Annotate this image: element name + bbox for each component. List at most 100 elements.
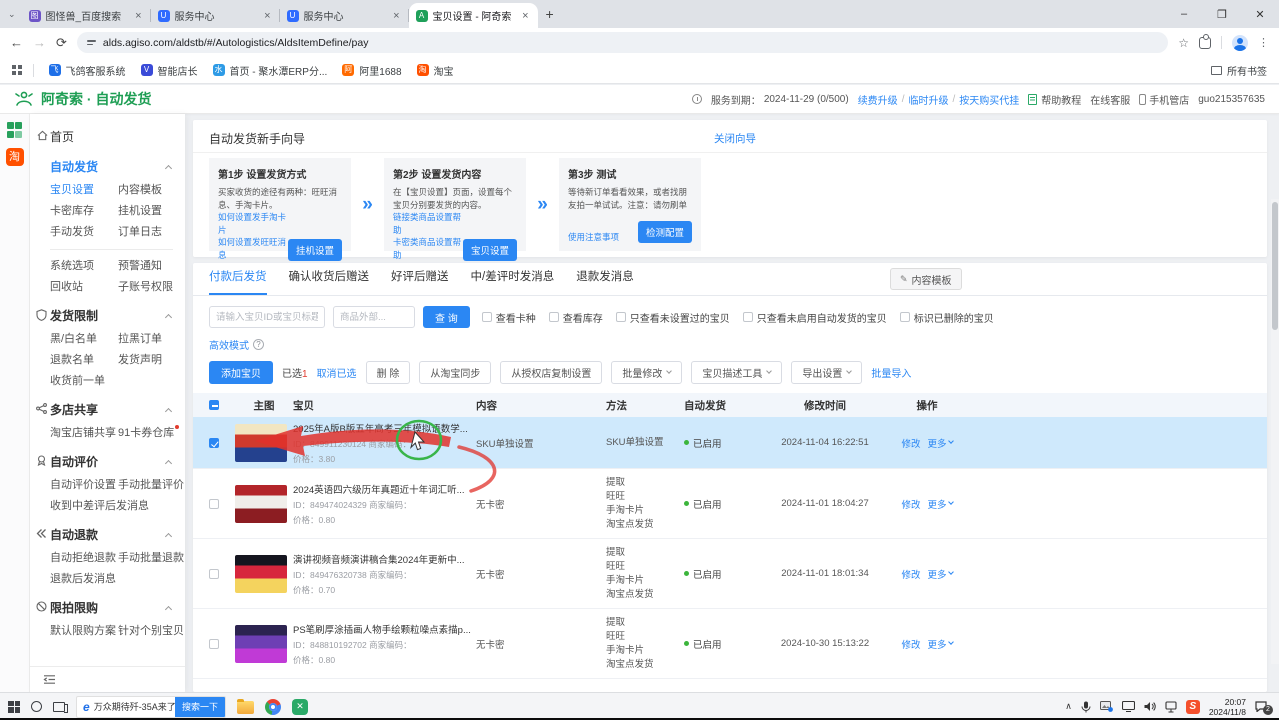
wizard-help-link[interactable]: 使用注意事项 bbox=[568, 231, 619, 244]
notification-center-icon[interactable]: 2 bbox=[1255, 701, 1267, 712]
new-tab-button[interactable]: + bbox=[546, 6, 554, 22]
start-button-icon[interactable] bbox=[8, 701, 20, 713]
tab-付款后发货[interactable]: 付款后发货 bbox=[209, 268, 267, 295]
sidebar-section-自动发货[interactable]: 自动发货 bbox=[30, 151, 185, 180]
url-bar[interactable]: alds.agiso.com/aldstb/#/Autologistics/Al… bbox=[77, 32, 1168, 53]
taskbar-search-icon[interactable] bbox=[31, 701, 42, 712]
pin-device-icon[interactable] bbox=[1165, 701, 1177, 713]
tab-退款发消息[interactable]: 退款发消息 bbox=[576, 268, 634, 295]
reload-icon[interactable]: ⟳ bbox=[56, 35, 67, 51]
sidebar-item-宝贝设置[interactable]: 宝贝设置 bbox=[50, 180, 118, 201]
sidebar-section-限拍限购[interactable]: 限拍限购 bbox=[30, 592, 185, 621]
wizard-help-link[interactable]: 如何设置发旺旺消息 bbox=[218, 236, 288, 261]
row-checkbox[interactable] bbox=[209, 499, 219, 509]
phone-shop-link[interactable]: 手机管店 bbox=[1149, 92, 1189, 107]
app-logo[interactable]: 阿奇索 · 自动发货 bbox=[14, 89, 151, 109]
apps-launcher-icon[interactable] bbox=[7, 122, 23, 138]
sidebar-section-发货限制[interactable]: 发货限制 bbox=[30, 300, 185, 329]
table-row[interactable]: 2024英语四六级历年真题近十年词汇听...ID：849474024329 商家… bbox=[193, 469, 1267, 539]
sidebar-item-内容模板[interactable]: 内容模板 bbox=[118, 180, 185, 201]
all-bookmarks[interactable]: 所有书签 bbox=[1211, 63, 1267, 78]
extensions-icon[interactable] bbox=[1199, 37, 1211, 49]
tab-search-chevron-icon[interactable]: ⌄ bbox=[8, 9, 16, 20]
bookmark-item[interactable]: 水首页 - 聚水潭ERP分... bbox=[213, 63, 328, 78]
row-checkbox[interactable] bbox=[209, 569, 219, 579]
tab-close-icon[interactable]: × bbox=[520, 10, 530, 22]
more-link[interactable]: 更多 bbox=[928, 497, 953, 511]
sidebar-item-收货前一单[interactable]: 收货前一单 bbox=[50, 371, 118, 392]
copy-from-store-button[interactable]: 从授权店复制设置 bbox=[500, 361, 602, 384]
wizard-step-button[interactable]: 宝贝设置 bbox=[463, 239, 517, 261]
more-link[interactable]: 更多 bbox=[928, 436, 953, 450]
checkbox-icon[interactable] bbox=[900, 312, 910, 322]
sidebar-section-自动退款[interactable]: 自动退款 bbox=[30, 519, 185, 548]
window-minimize-button[interactable]: – bbox=[1165, 8, 1203, 20]
more-link[interactable]: 更多 bbox=[928, 637, 953, 651]
delete-button[interactable]: 删 除 bbox=[366, 361, 411, 384]
sidebar-item-手动批量评价[interactable]: 手动批量评价 bbox=[118, 475, 185, 496]
checkbox-icon[interactable] bbox=[549, 312, 559, 322]
browser-tab[interactable]: 图图怪兽_百度搜索× bbox=[22, 3, 151, 28]
checkbox-icon[interactable] bbox=[616, 312, 626, 322]
cast-display-icon[interactable] bbox=[1122, 701, 1135, 712]
product-title[interactable]: 2025年A版B版五年高考三年模拟语数学... bbox=[293, 421, 471, 435]
table-row[interactable]: 演讲视频音频演讲稿合集2024年更新中...ID：849476320738 商家… bbox=[193, 539, 1267, 609]
microphone-icon[interactable] bbox=[1081, 701, 1091, 713]
row-checkbox[interactable] bbox=[209, 438, 219, 448]
chrome-icon[interactable] bbox=[265, 699, 281, 715]
back-icon[interactable]: ← bbox=[10, 35, 23, 50]
tab-close-icon[interactable]: × bbox=[133, 10, 143, 22]
online-service-link[interactable]: 在线客服 bbox=[1090, 92, 1130, 107]
efficient-mode-link[interactable]: 高效模式 bbox=[209, 337, 249, 352]
site-settings-icon[interactable] bbox=[87, 40, 96, 45]
wizard-help-link[interactable]: 链接类商品设置帮助 bbox=[393, 211, 463, 236]
sidebar-item-退款后发消息[interactable]: 退款后发消息 bbox=[50, 569, 185, 590]
select-all-checkbox[interactable] bbox=[209, 400, 219, 410]
taobao-icon[interactable]: 淘 bbox=[6, 148, 24, 166]
table-row[interactable]: 2025年A版B版五年高考三年模拟语数学...ID：849911230124 商… bbox=[193, 417, 1267, 469]
search-once-button[interactable]: 搜索一下 bbox=[175, 697, 225, 717]
sidebar-item-系统选项[interactable]: 系统选项 bbox=[50, 256, 118, 277]
sidebar-item-自动拒绝退款[interactable]: 自动拒绝退款 bbox=[50, 548, 118, 569]
dropdown-宝贝描述工具[interactable]: 宝贝描述工具 bbox=[691, 361, 782, 384]
green-app-icon[interactable]: ✕ bbox=[292, 699, 308, 715]
more-link[interactable]: 更多 bbox=[928, 567, 953, 581]
wizard-step-button[interactable]: 检测配置 bbox=[638, 221, 692, 243]
product-title[interactable]: 演讲视频音频演讲稿合集2024年更新中... bbox=[293, 552, 471, 566]
batch-import-link[interactable]: 批量导入 bbox=[871, 365, 911, 380]
sidebar-section-自动评价[interactable]: 自动评价 bbox=[30, 446, 185, 475]
table-row[interactable]: PS笔刷厚涂插画人物手绘颗粒噪点素描p...ID：848810192702 商家… bbox=[193, 609, 1267, 679]
bookmark-star-icon[interactable]: ☆ bbox=[1178, 36, 1189, 50]
sidebar-item-针对个别宝贝[interactable]: 针对个别宝贝 bbox=[118, 621, 185, 642]
sidebar-item-退款名单[interactable]: 退款名单 bbox=[50, 350, 118, 371]
checkbox-icon[interactable] bbox=[743, 312, 753, 322]
sidebar-section-多店共享[interactable]: 多店共享 bbox=[30, 394, 185, 423]
table-row[interactable]: 有效情绪价值心理学课程高情商沟通课程提取 bbox=[193, 679, 1267, 692]
collapse-sidebar-icon[interactable] bbox=[43, 674, 56, 685]
page-scrollbar-thumb[interactable] bbox=[1272, 202, 1278, 330]
upgrade-link[interactable]: 按天购买代挂 bbox=[959, 92, 1019, 107]
forward-icon[interactable]: → bbox=[33, 35, 46, 50]
sidebar-item-订单日志[interactable]: 订单日志 bbox=[118, 222, 185, 243]
wizard-help-link[interactable]: 卡密类商品设置帮助 bbox=[393, 236, 463, 261]
row-checkbox[interactable] bbox=[209, 639, 219, 649]
edit-link[interactable]: 修改 bbox=[901, 637, 920, 651]
sync-taobao-button[interactable]: 从淘宝同步 bbox=[419, 361, 491, 384]
sidebar-item-手动发货[interactable]: 手动发货 bbox=[50, 222, 118, 243]
wizard-step-button[interactable]: 挂机设置 bbox=[288, 239, 342, 261]
tab-确认收货后赠送[interactable]: 确认收货后赠送 bbox=[289, 268, 370, 295]
close-wizard-link[interactable]: 关闭向导 bbox=[714, 131, 756, 146]
sidebar-item-91卡券仓库[interactable]: 91卡券仓库 bbox=[118, 423, 185, 444]
dropdown-导出设置[interactable]: 导出设置 bbox=[791, 361, 862, 384]
sidebar-item-卡密库存[interactable]: 卡密库存 bbox=[50, 201, 118, 222]
bookmark-item[interactable]: V智能店长 bbox=[141, 63, 198, 78]
file-explorer-icon[interactable] bbox=[237, 701, 254, 714]
browser-tab[interactable]: U服务中心× bbox=[280, 3, 409, 28]
browser-tab[interactable]: A宝贝设置 - 阿奇索 · 自助发货× bbox=[409, 3, 538, 28]
filter-checkbox[interactable]: 只查看未设置过的宝贝 bbox=[616, 310, 730, 325]
sidebar-item-拉黑订单[interactable]: 拉黑订单 bbox=[118, 329, 185, 350]
filter-checkbox[interactable]: 标识已删除的宝贝 bbox=[900, 310, 994, 325]
tab-好评后赠送[interactable]: 好评后赠送 bbox=[391, 268, 449, 295]
news-search-widget[interactable]: e 万众期待歼-35A来了 搜索一下 bbox=[76, 696, 226, 718]
product-title[interactable]: 2024英语四六级历年真题近十年词汇听... bbox=[293, 482, 471, 496]
